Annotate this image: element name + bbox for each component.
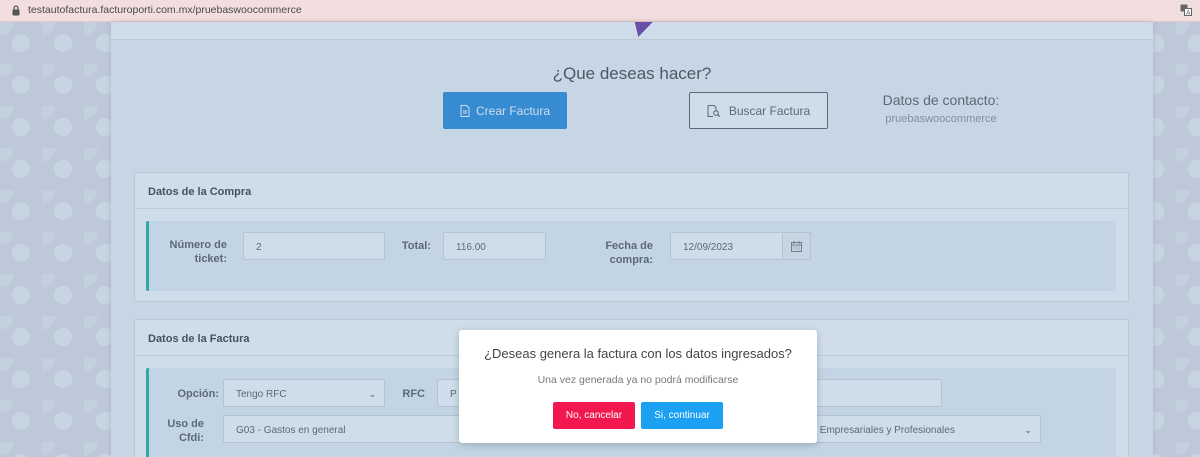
dialog-title: ¿Deseas genera la factura con los datos …: [484, 346, 792, 361]
lock-icon: [12, 5, 20, 16]
cancel-button[interactable]: No, cancelar: [553, 402, 635, 429]
url-text[interactable]: testautofactura.facturoporti.com.mx/prue…: [28, 4, 302, 16]
confirm-dialog: ¿Deseas genera la factura con los datos …: [459, 330, 817, 443]
translate-icon[interactable]: A: [1180, 4, 1192, 16]
dialog-subtitle: Una vez generada ya no podrá modificarse: [537, 374, 739, 386]
address-bar[interactable]: testautofactura.facturoporti.com.mx/prue…: [0, 0, 1200, 22]
confirm-button[interactable]: Si, continuar: [641, 402, 723, 429]
